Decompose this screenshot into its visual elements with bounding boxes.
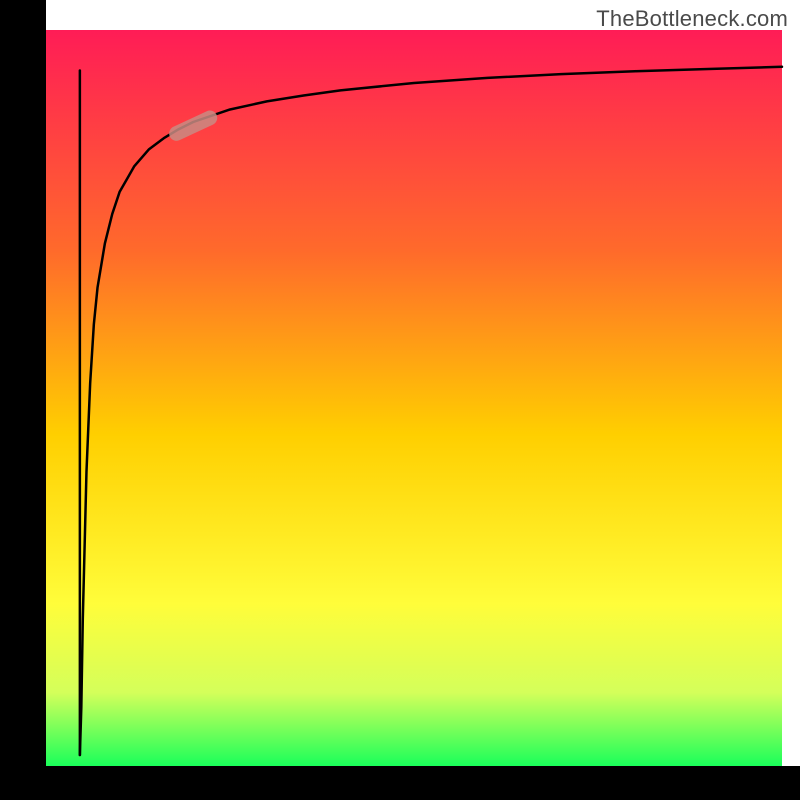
y-axis-bar	[0, 0, 46, 800]
gradient-background	[46, 30, 782, 766]
watermark-text: TheBottleneck.com	[596, 6, 788, 32]
chart-root: TheBottleneck.com	[0, 0, 800, 800]
x-axis-bar	[0, 766, 800, 800]
chart-svg	[0, 0, 800, 800]
